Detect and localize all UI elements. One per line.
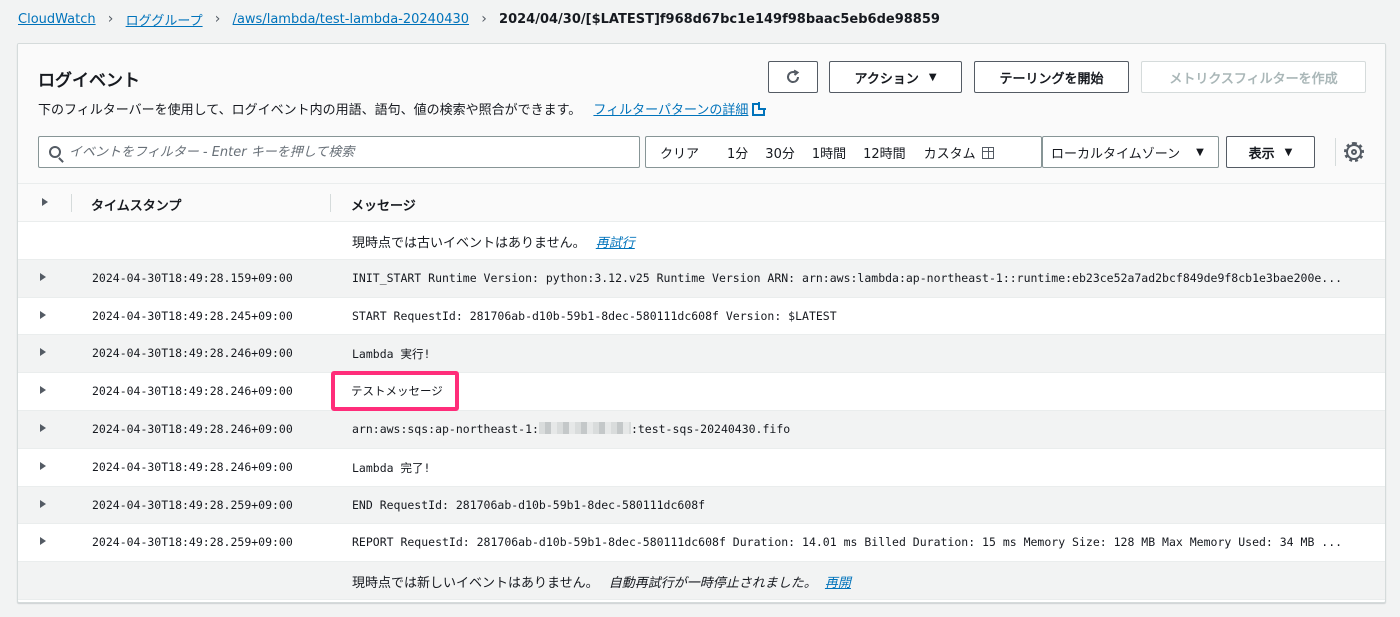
filter-events-input[interactable] <box>69 144 629 160</box>
table-row[interactable]: 2024-04-30T18:49:28.246+09:00 arn:aws:sq… <box>18 410 1385 449</box>
panel-description: 下のフィルターバーを使用して、ログイベント内の用語、語句、値の検索や照合ができま… <box>38 99 767 118</box>
highlighted-message-text: テストメッセージ <box>351 384 443 398</box>
panel-header: ログイベント 下のフィルターバーを使用して、ログイベント内の用語、語句、値の検索… <box>18 44 1385 184</box>
older-events-text: 現時点では古いイベントはありません。 <box>352 236 586 251</box>
chevron-right-icon: › <box>481 11 487 27</box>
table-row[interactable]: 2024-04-30T18:49:28.245+09:00 START Requ… <box>18 297 1385 336</box>
breadcrumb-cloudwatch[interactable]: CloudWatch <box>18 12 96 27</box>
range-clear[interactable]: クリア <box>660 143 699 162</box>
row-timestamp: 2024-04-30T18:49:28.259+09:00 <box>92 497 293 512</box>
expand-row-icon[interactable] <box>40 310 46 319</box>
newer-events-text: 現時点では新しいイベントはありません。 <box>352 576 599 592</box>
log-events-panel: ログイベント 下のフィルターバーを使用して、ログイベント内の用語、語句、値の検索… <box>17 43 1386 603</box>
custom-label: カスタム <box>923 146 976 162</box>
older-events-note-row: 現時点では古いイベントはありません。 再試行 <box>18 222 1385 260</box>
panel-title: ログイベント <box>38 71 140 91</box>
expand-row-icon[interactable] <box>40 348 46 357</box>
table-header: タイムスタンプ メッセージ <box>18 184 1385 222</box>
caret-down-icon: ▼ <box>928 71 937 83</box>
settings-gear-icon[interactable] <box>1344 142 1364 162</box>
older-events-note: 現時点では古いイベントはありません。 再試行 <box>352 232 635 251</box>
header-message[interactable]: メッセージ <box>351 195 416 214</box>
table-row[interactable]: 2024-04-30T18:49:28.259+09:00 END Reques… <box>18 486 1385 525</box>
range-1m[interactable]: 1分 <box>727 143 748 162</box>
refresh-icon <box>787 69 800 83</box>
row-message: REPORT RequestId: 281706ab-d10b-59b1-8de… <box>352 535 1343 550</box>
create-metric-filter-button[interactable]: メトリクスフィルターを作成 <box>1141 61 1366 93</box>
breadcrumb: CloudWatch › ロググループ › /aws/lambda/test-l… <box>18 9 940 29</box>
row-message: Lambda 完了! <box>352 460 431 475</box>
redacted-account-id <box>538 421 631 434</box>
create-metric-filter-label: メトリクスフィルターを作成 <box>1169 71 1338 87</box>
table-row[interactable]: 2024-04-30T18:49:28.159+09:00 INIT_START… <box>18 259 1385 298</box>
table-row[interactable]: 2024-04-30T18:49:28.246+09:00 <box>18 373 1385 411</box>
column-divider <box>330 194 331 212</box>
range-1h[interactable]: 1時間 <box>812 143 846 162</box>
range-30m[interactable]: 30分 <box>765 143 795 162</box>
message-arn-prefix: arn:aws:sqs:ap-northeast-1: <box>352 421 539 436</box>
calendar-icon <box>981 146 994 159</box>
retry-link[interactable]: 再試行 <box>596 236 635 251</box>
header-timestamp[interactable]: タイムスタンプ <box>91 195 181 214</box>
log-events-table: タイムスタンプ メッセージ 現時点では古いイベントはありません。 再試行 202… <box>18 184 1385 600</box>
external-link-icon <box>752 102 767 116</box>
row-message: START RequestId: 281706ab-d10b-59b1-8dec… <box>352 308 837 323</box>
expand-row-icon[interactable] <box>40 272 46 281</box>
expand-row-icon[interactable] <box>40 386 46 395</box>
row-message: Lambda 実行! <box>352 347 431 362</box>
table-row[interactable]: 2024-04-30T18:49:28.246+09:00 Lambda 完了! <box>18 448 1385 487</box>
expand-row-icon[interactable] <box>40 537 46 546</box>
resume-link[interactable]: 再開 <box>825 576 851 591</box>
expand-all-icon[interactable] <box>42 198 48 206</box>
search-icon <box>49 146 61 158</box>
start-tailing-label: テーリングを開始 <box>999 71 1104 87</box>
time-range-selector: クリア 1分 30分 1時間 12時間 カスタム <box>645 136 1042 168</box>
range-12h[interactable]: 12時間 <box>863 143 906 162</box>
column-divider <box>71 194 72 212</box>
row-timestamp: 2024-04-30T18:49:28.246+09:00 <box>92 346 293 361</box>
message-arn-suffix: :test-sqs-20240430.fifo <box>630 421 791 436</box>
newer-events-note: 現時点では新しいイベントはありません。 自動再試行が一時停止されました。 再開 <box>352 572 851 591</box>
highlighted-message: テストメッセージ <box>331 371 459 411</box>
expand-row-icon[interactable] <box>40 499 46 508</box>
description-text: 下のフィルターバーを使用して、ログイベント内の用語、語句、値の検索や照合ができま… <box>38 103 582 118</box>
start-tailing-button[interactable]: テーリングを開始 <box>974 61 1129 93</box>
row-timestamp: 2024-04-30T18:49:28.246+09:00 <box>92 459 293 474</box>
filter-pattern-link[interactable]: フィルターパターンの詳細 <box>593 103 748 118</box>
row-timestamp: 2024-04-30T18:49:28.246+09:00 <box>92 421 293 436</box>
row-timestamp: 2024-04-30T18:49:28.159+09:00 <box>92 270 293 285</box>
row-message: INIT_START Runtime Version: python:3.12.… <box>352 270 1343 285</box>
breadcrumb-log-groups[interactable]: ロググループ <box>126 10 203 29</box>
table-row[interactable]: 2024-04-30T18:49:28.259+09:00 REPORT Req… <box>18 524 1385 563</box>
row-timestamp: 2024-04-30T18:49:28.259+09:00 <box>92 535 293 550</box>
row-message: arn:aws:sqs:ap-northeast-1: :test-sqs-202… <box>352 421 1374 436</box>
breadcrumb-log-group[interactable]: /aws/lambda/test-lambda-20240430 <box>233 12 469 27</box>
breadcrumb-current: 2024/04/30/[$LATEST]f968d67bc1e149f98baa… <box>499 11 940 27</box>
caret-down-icon: ▼ <box>1284 146 1293 158</box>
actions-dropdown-button[interactable]: アクション ▼ <box>829 61 962 93</box>
range-custom[interactable]: カスタム <box>924 143 994 162</box>
actions-label: アクション <box>854 71 919 87</box>
row-timestamp: 2024-04-30T18:49:28.246+09:00 <box>92 384 293 399</box>
caret-down-icon: ▼ <box>1196 146 1204 158</box>
expand-row-icon[interactable] <box>40 461 46 470</box>
row-message: END RequestId: 281706ab-d10b-59b1-8dec-5… <box>352 497 706 512</box>
chevron-right-icon: › <box>107 11 114 27</box>
toolbar-divider <box>1335 138 1336 166</box>
auto-retry-paused-text: 自動再試行が一時停止されました。 <box>608 576 817 592</box>
filter-search-box[interactable] <box>38 136 640 168</box>
display-dropdown-button[interactable]: 表示 ▼ <box>1226 136 1315 168</box>
table-row[interactable]: 2024-04-30T18:49:28.246+09:00 Lambda 実行! <box>18 335 1385 374</box>
row-timestamp: 2024-04-30T18:49:28.245+09:00 <box>92 308 293 323</box>
expand-row-icon[interactable] <box>40 423 46 432</box>
chevron-right-icon: › <box>214 11 221 27</box>
newer-events-note-row: 現時点では新しいイベントはありません。 自動再試行が一時停止されました。 再開 <box>18 562 1385 600</box>
timezone-select[interactable]: ローカルタイムゾーン ▼ <box>1042 136 1219 168</box>
display-label: 表示 <box>1248 146 1275 162</box>
refresh-button[interactable] <box>768 61 818 93</box>
timezone-value: ローカルタイムゾーン <box>1051 146 1181 162</box>
